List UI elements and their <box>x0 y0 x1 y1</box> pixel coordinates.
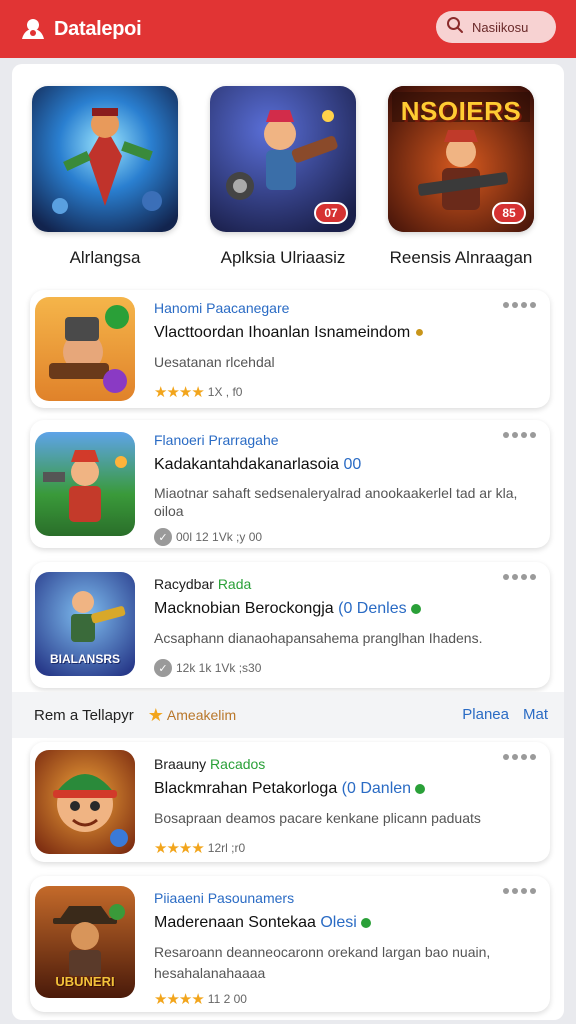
item-title-text: Blackmrahan Petakorloga <box>154 780 338 797</box>
item-title: Blackmrahan Petakorloga (0 Danlen <box>154 780 536 798</box>
featured-thumbnail[interactable] <box>32 86 178 232</box>
item-rating: ✓ 12k 1k 1Vk ;s30 <box>154 659 536 677</box>
item-title-text: Vlacttoordan Ihoanlan Isnameindom <box>154 324 411 341</box>
featured-thumbnail[interactable]: NSOIERS 85 <box>388 86 534 232</box>
item-subtitle: Braauny Racados <box>154 756 536 772</box>
verified-icon <box>360 917 371 928</box>
search-placeholder: Nasiikosu <box>472 19 529 35</box>
featured-badge: 07 <box>314 202 348 224</box>
item-subtitle-text: Braauny <box>154 756 207 772</box>
star-icon: ★ <box>147 704 164 725</box>
rating-text: 1X , f0 <box>207 385 243 399</box>
item-subtitle: Racydbar Rada <box>154 576 536 592</box>
item-title: Macknobian Berockongja (0 Denles <box>154 600 536 618</box>
featured-banner-text: NSOIERS <box>400 96 522 126</box>
coin-icon: ● <box>414 324 425 341</box>
item-meta: Hanomi Paacanegare Vlacttoordan Ihoanlan… <box>154 300 536 401</box>
item-rating: ✓ 00l 12 1Vk ;y 00 <box>154 528 536 547</box>
list-item[interactable]: BIALANSRS Racydbar Rada Macknobian Beroc… <box>30 562 550 688</box>
search-button[interactable]: Nasiikosu <box>436 11 556 43</box>
list-item[interactable]: Flanoeri Prarragahe Kadakantahdakanarlas… <box>30 420 550 548</box>
more-options-icon[interactable] <box>503 888 536 894</box>
item-meta: Racydbar Rada Macknobian Berockongja (0 … <box>154 576 536 677</box>
item-title-tag: Olesi <box>320 914 357 931</box>
list-item[interactable]: Hanomi Paacanegare Vlacttoordan Ihoanlan… <box>30 290 550 408</box>
section-action-link[interactable]: Mat <box>523 706 548 723</box>
app-icon[interactable]: UBUNERI <box>35 886 135 998</box>
item-title-text: Kadakantahdakanarlasoia <box>154 456 340 473</box>
featured-item[interactable]: 07 Aplksia Ulriaasiz <box>198 86 368 268</box>
item-subtitle: Hanomi Paacanegare <box>154 300 290 316</box>
item-title: Kadakantahdakanarlasoia 00 <box>154 456 536 474</box>
rating-text: 12k 1k 1Vk ;s30 <box>176 661 262 675</box>
item-meta: Piiaaeni Pasounamers Maderenaan Sontekaa… <box>154 890 536 1008</box>
app-logo[interactable]: Datalepoi <box>20 16 142 42</box>
section-title: Rem a Tellapyr <box>34 706 134 724</box>
item-meta: Braauny Racados Blackmrahan Petakorloga … <box>154 756 536 857</box>
item-title-text: Maderenaan Sontekaa <box>154 914 316 931</box>
section-tag: Ameakelim <box>166 707 237 723</box>
featured-label: Reensis Alnraagan <box>389 248 533 267</box>
featured-row: Alrlangsa 07 Aplksia Ulriaasiz NSOIERS 8… <box>12 86 564 286</box>
item-description: Bosapraan deamos pacare kenkane plicann … <box>154 810 481 826</box>
item-title-tag: (0 Denles <box>338 600 407 617</box>
item-title-tag: (0 Danlen <box>341 780 412 797</box>
app-icon[interactable] <box>35 297 135 401</box>
list-item[interactable]: Braauny Racados Blackmrahan Petakorloga … <box>30 742 550 862</box>
app-header: Datalepoi Nasiikosu <box>0 0 576 58</box>
item-description: Acsaphann dianaohapansahema pranglhan Ih… <box>154 630 483 646</box>
item-subtitle-tag: Racados <box>210 756 266 772</box>
verified-icon <box>410 603 421 614</box>
featured-label: Alrlangsa <box>69 248 141 267</box>
app-icon[interactable] <box>35 750 135 854</box>
item-title: Vlacttoordan Ihoanlan Isnameindom ● <box>154 324 536 342</box>
icon-caption: UBUNERI <box>55 974 115 989</box>
app-name: Datalepoi <box>54 17 142 40</box>
item-rating: ★★★★ 11 2 00 <box>154 990 536 1008</box>
section-action-link[interactable]: Planea <box>462 706 509 723</box>
rating-text: 12rl ;r0 <box>207 841 246 855</box>
verified-icon <box>415 783 426 794</box>
list-item[interactable]: UBUNERI Piiaaeni Pasounamers Maderenaan … <box>30 876 550 1012</box>
item-meta: Flanoeri Prarragahe Kadakantahdakanarlas… <box>154 432 536 547</box>
icon-caption: BIALANSRS <box>49 652 120 666</box>
featured-thumbnail[interactable]: 07 <box>210 86 356 232</box>
item-rating: ★★★★ 1X , f0 <box>154 383 536 401</box>
app-icon[interactable]: BIALANSRS <box>35 572 135 676</box>
more-options-icon[interactable] <box>503 302 536 308</box>
item-description: Miaotnar sahaft sedsenaleryalrad anookaa… <box>154 485 518 520</box>
rating-text: 11 2 00 <box>207 992 247 1006</box>
item-subtitle-tag: Rada <box>217 576 252 592</box>
more-options-icon[interactable] <box>503 754 536 760</box>
featured-badge: 85 <box>492 202 526 224</box>
star-icon: ★★★★ <box>154 384 205 401</box>
featured-item[interactable]: Alrlangsa <box>20 86 190 268</box>
item-title-tag: 00 <box>343 456 362 473</box>
search-icon <box>446 16 464 39</box>
item-description: Resaroann deanneocaronn orekand largan b… <box>154 944 491 981</box>
more-options-icon[interactable] <box>503 574 536 580</box>
item-subtitle: Piiaaeni Pasounamers <box>154 890 295 906</box>
clock-icon: ✓ <box>154 659 172 677</box>
more-options-icon[interactable] <box>503 432 536 438</box>
item-rating: ★★★★ 12rl ;r0 <box>154 839 536 857</box>
logo-icon <box>20 16 46 42</box>
item-description: Uesatanan rlcehdal <box>154 354 275 370</box>
section-header: Rem a Tellapyr ★ Ameakelim Planea Mat <box>12 692 564 738</box>
featured-item[interactable]: NSOIERS 85 Reensis Alnraagan <box>376 86 546 268</box>
rating-text: 00l 12 1Vk ;y 00 <box>176 530 263 545</box>
content-panel: Alrlangsa 07 Aplksia Ulriaasiz NSOIERS 8… <box>12 64 564 1020</box>
item-title: Maderenaan Sontekaa Olesi <box>154 914 536 932</box>
item-subtitle-text: Racydbar <box>154 576 214 592</box>
item-subtitle: Flanoeri Prarragahe <box>154 432 279 448</box>
app-icon[interactable] <box>35 432 135 536</box>
star-icon: ★★★★ <box>154 991 205 1008</box>
item-title-text: Macknobian Berockongja <box>154 600 334 617</box>
clock-icon: ✓ <box>154 528 172 547</box>
featured-label: Aplksia Ulriaasiz <box>220 248 346 267</box>
star-icon: ★★★★ <box>154 840 205 857</box>
